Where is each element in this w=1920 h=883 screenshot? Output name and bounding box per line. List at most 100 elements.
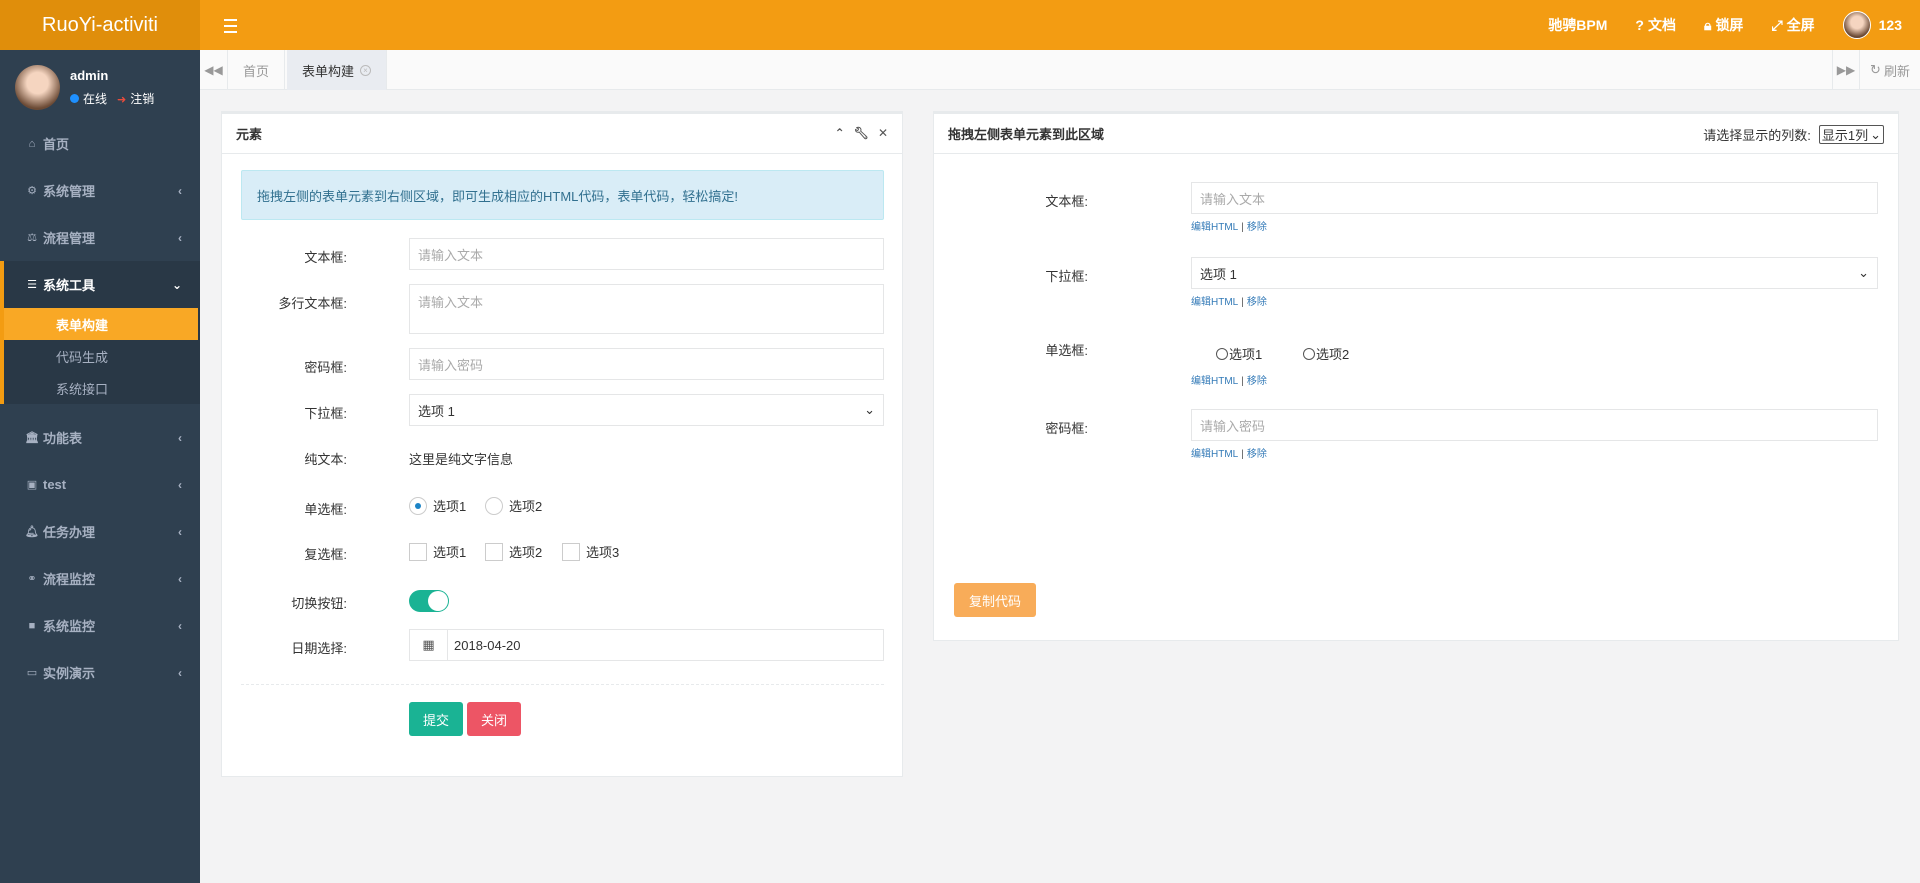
toggle-label: 切换按钮:	[291, 596, 347, 611]
checkbox-icon	[562, 542, 580, 561]
remove-link[interactable]: 移除	[1247, 222, 1267, 233]
collapse-icon[interactable]: ⌃	[835, 126, 845, 140]
close-button[interactable]: 关闭	[467, 702, 521, 736]
radio-option-2[interactable]: 选项2	[485, 496, 542, 515]
panel-title: 元素	[236, 127, 263, 142]
tab-scroll-right-icon[interactable]: ▶▶	[1832, 50, 1860, 90]
copy-code-button[interactable]: 复制代码	[954, 583, 1036, 617]
calendar-icon: ▦	[410, 630, 448, 660]
edit-html-link[interactable]: 编辑HTML	[1191, 449, 1238, 460]
checkbox-option-1[interactable]: 选项1	[409, 542, 466, 561]
bpm-link[interactable]: 驰骋BPM	[1548, 15, 1607, 35]
radio-unchecked-icon	[485, 496, 503, 515]
edit-html-link[interactable]: 编辑HTML	[1191, 297, 1238, 308]
chevron-left-icon: ‹	[178, 524, 182, 539]
logout-link[interactable]: ➜ 注销	[117, 90, 154, 107]
info-alert: 拖拽左侧的表单元素到右侧区域，即可生成相应的HTML代码，表单代码，轻松搞定!	[241, 170, 884, 220]
radio-checked-icon	[409, 496, 427, 515]
user-panel: admin 在线 ➜ 注销	[0, 50, 200, 120]
dropped-password-input[interactable]: 请输入密码	[1191, 409, 1878, 441]
wrench-icon[interactable]: 🔧︎	[854, 126, 869, 140]
sidebar-subitem-code-gen[interactable]: 代码生成	[4, 340, 200, 372]
docs-link[interactable]: ? 文档	[1635, 15, 1676, 35]
date-label: 日期选择:	[291, 641, 347, 656]
sidebar-item-demo[interactable]: ▭ 实例演示 ‹	[0, 649, 200, 696]
desktop-icon: ▭	[26, 667, 38, 679]
sidebar-subitem-system-api[interactable]: 系统接口	[4, 372, 200, 404]
lock-icon: 🔒︎	[1703, 16, 1712, 33]
tab-scroll-left-icon[interactable]: ◀◀	[200, 50, 228, 90]
sidebar-subitem-form-builder[interactable]: 表单构建	[4, 308, 198, 340]
online-status: 在线	[70, 90, 107, 107]
sidebar-group-system-tools: ☰ 系统工具 ⌄ 表单构建 代码生成 系统接口	[0, 261, 200, 404]
top-navbar: RuoYi-activiti 驰骋BPM ? 文档 🔒︎ 锁屏 ⤢ 全屏 123	[0, 0, 1920, 50]
date-picker[interactable]: ▦ 2018-04-20	[409, 629, 884, 661]
chevron-down-icon: ⌄	[1858, 265, 1869, 280]
dropped-select-label: 下拉框:	[1045, 269, 1088, 284]
checkbox-option-2[interactable]: 选项2	[485, 542, 542, 561]
plain-text-value: 这里是纯文字信息	[409, 452, 514, 467]
checkbox-option-3[interactable]: 选项3	[562, 542, 619, 561]
submit-button[interactable]: 提交	[409, 702, 463, 736]
close-icon[interactable]: ✕	[878, 126, 888, 140]
sidebar-item-system-tools[interactable]: ☰ 系统工具 ⌄	[4, 261, 200, 308]
sidebar-item-test[interactable]: ▣ test ‹	[0, 461, 200, 508]
fullscreen-icon: ⤢	[1771, 16, 1783, 33]
drop-zone-panel: 拖拽左侧表单元素到此区域 请选择显示的列数: 显示1列 ⌄ 文本框: 请输入文本 …	[933, 111, 1899, 641]
dropped-radio-option-1[interactable]: 选项1	[1216, 344, 1262, 363]
video-camera-icon: ■	[28, 619, 36, 632]
bank-icon: 🏛︎	[25, 432, 39, 444]
sidebar-item-function-table[interactable]: 🏛︎ 功能表 ‹	[0, 414, 200, 461]
tab-home[interactable]: 首页	[228, 50, 286, 90]
dropped-radio-option-2[interactable]: 选项2	[1303, 344, 1349, 363]
radio-option-1[interactable]: 选项1	[409, 496, 466, 515]
avatar	[1842, 11, 1871, 39]
bell-icon: 🔔︎	[25, 526, 39, 538]
tabs-bar: ◀◀ 首页 表单构建 × ▶▶ ↻ 刷新	[200, 50, 1920, 90]
question-circle-icon: ?	[1635, 17, 1644, 33]
tab-form-builder[interactable]: 表单构建 ×	[287, 50, 388, 90]
brand-logo[interactable]: RuoYi-activiti	[0, 0, 200, 50]
columns-select[interactable]: 显示1列 ⌄	[1818, 125, 1884, 144]
user-menu[interactable]: 123	[1842, 11, 1902, 39]
remove-link[interactable]: 移除	[1247, 449, 1267, 460]
text-input[interactable]: 请输入文本	[409, 238, 884, 270]
chevron-left-icon: ‹	[178, 430, 182, 445]
lockscreen-link[interactable]: 🔒︎ 锁屏	[1704, 15, 1743, 35]
refresh-icon: ↻	[1870, 62, 1881, 77]
textarea-label: 多行文本框:	[278, 296, 347, 311]
sidebar-item-process-monitor[interactable]: ⚭ 流程监控 ‹	[0, 555, 200, 602]
sidebar-item-system-management[interactable]: ⚙ 系统管理 ‹	[0, 167, 200, 214]
menu-toggle-icon[interactable]	[224, 15, 242, 35]
toggle-switch[interactable]	[409, 590, 449, 612]
close-icon[interactable]: ×	[360, 64, 372, 76]
sidebar: admin 在线 ➜ 注销 ⌂ 首页 ⚙ 系统管理 ‹ ⚖ 流程管理 ‹ ☰ 系统工具 ⌄ 表单…	[0, 50, 200, 883]
radio-unchecked-icon	[1303, 347, 1315, 360]
gear-icon: ⚙	[27, 185, 37, 197]
chevron-down-icon: ⌄	[864, 402, 875, 417]
remove-link[interactable]: 移除	[1247, 376, 1267, 387]
sidebar-item-home[interactable]: ⌂ 首页	[0, 120, 200, 167]
select-label: 下拉框:	[304, 406, 347, 421]
remove-link[interactable]: 移除	[1247, 297, 1267, 308]
edit-html-link[interactable]: 编辑HTML	[1191, 376, 1238, 387]
text-field-label: 文本框:	[304, 250, 347, 265]
edit-html-link[interactable]: 编辑HTML	[1191, 222, 1238, 233]
sidebar-item-process-management[interactable]: ⚖ 流程管理 ‹	[0, 214, 200, 261]
select-dropdown[interactable]: 选项 1 ⌄	[409, 394, 884, 426]
fullscreen-link[interactable]: ⤢ 全屏	[1771, 15, 1814, 35]
logout-icon: ➜	[117, 94, 127, 106]
chevron-left-icon: ‹	[178, 665, 182, 680]
balance-scale-icon: ⚖	[27, 232, 37, 244]
password-input[interactable]: 请输入密码	[409, 348, 884, 380]
dropped-text-input[interactable]: 请输入文本	[1191, 182, 1878, 214]
list-icon: ☰	[27, 279, 37, 291]
chevron-left-icon: ‹	[178, 477, 182, 492]
sidebar-item-task[interactable]: 🔔︎ 任务办理 ‹	[0, 508, 200, 555]
sidebar-item-system-monitor[interactable]: ■ 系统监控 ‹	[0, 602, 200, 649]
dropped-select[interactable]: 选项 1 ⌄	[1191, 257, 1878, 289]
checkbox-icon	[409, 542, 427, 561]
refresh-button[interactable]: ↻ 刷新	[1860, 50, 1920, 90]
password-label: 密码框:	[304, 360, 347, 375]
textarea-input[interactable]: 请输入文本	[409, 284, 884, 334]
